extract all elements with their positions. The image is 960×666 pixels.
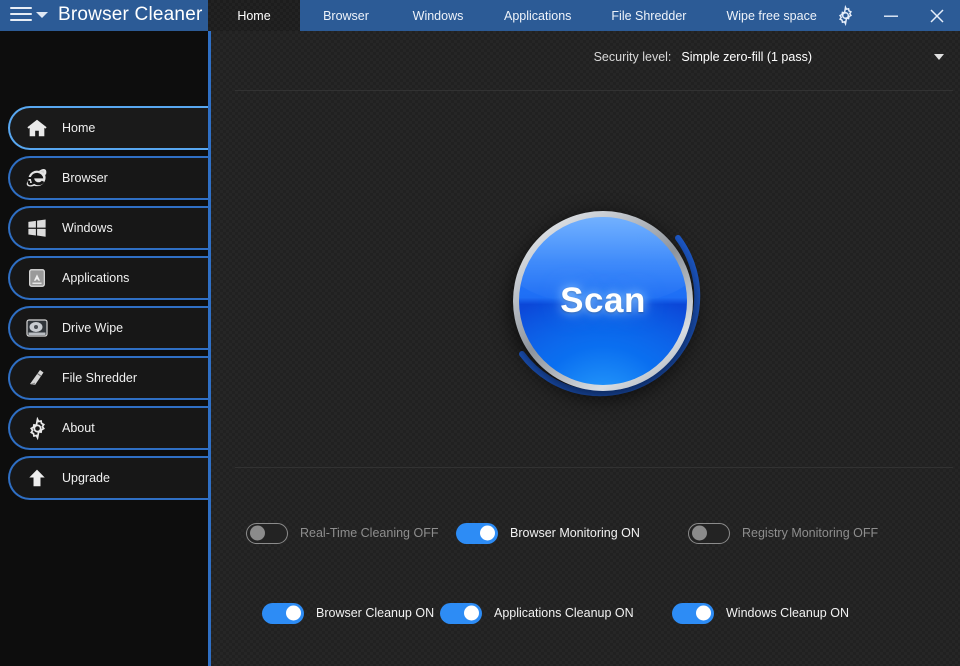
- applications-cleanup-label: Applications Cleanup ON: [494, 606, 634, 620]
- toggle-applications-cleanup[interactable]: Applications Cleanup ON: [440, 602, 672, 624]
- toggle-browser-monitoring[interactable]: Browser Monitoring ON: [456, 522, 688, 544]
- minimize-button[interactable]: [868, 0, 914, 31]
- toggle-grid: Real-Time Cleaning OFF Browser Monitorin…: [208, 513, 960, 666]
- applications-icon: [24, 265, 50, 291]
- scan-button-area: Scan: [485, 186, 715, 426]
- bottom-divider: [235, 467, 953, 468]
- sidebar-item-file-shredder[interactable]: File Shredder: [8, 356, 208, 400]
- security-level-value: Simple zero-fill (1 pass): [681, 50, 812, 64]
- tab-browser-label: Browser: [323, 8, 369, 23]
- hamburger-menu-icon[interactable]: [10, 7, 32, 23]
- shredder-icon: [24, 365, 50, 391]
- tab-home[interactable]: Home: [208, 0, 300, 31]
- tab-windows[interactable]: Windows: [392, 0, 484, 31]
- sidebar: Home Browser Windows Applications Drive …: [0, 31, 208, 666]
- tab-browser[interactable]: Browser: [300, 0, 392, 31]
- toggle-browser-cleanup[interactable]: Browser Cleanup ON: [208, 602, 440, 624]
- tab-file-shredder[interactable]: File Shredder: [591, 0, 706, 31]
- window-controls: [822, 0, 960, 31]
- sidebar-item-drive-wipe[interactable]: Drive Wipe: [8, 306, 208, 350]
- toggle-registry-monitoring[interactable]: Registry Monitoring OFF: [688, 522, 879, 544]
- chevron-down-icon[interactable]: [934, 54, 944, 60]
- application-window: Browser Cleaner Home Browser Windows App…: [0, 0, 960, 666]
- toggle-real-time-cleaning[interactable]: Real-Time Cleaning OFF: [208, 522, 456, 544]
- hard-drive-icon: [24, 315, 50, 341]
- up-arrow-icon: [24, 465, 50, 491]
- tab-home-label: Home: [237, 8, 271, 23]
- browser-monitoring-switch[interactable]: [456, 522, 498, 544]
- tab-file-shredder-label: File Shredder: [611, 8, 687, 23]
- top-divider: [235, 90, 953, 91]
- app-title: Browser Cleaner: [58, 4, 203, 25]
- switch-knob: [696, 605, 711, 621]
- tab-wipe-free-space[interactable]: Wipe free space: [706, 0, 836, 31]
- title-bar: Browser Cleaner Home Browser Windows App…: [0, 0, 960, 31]
- real-time-cleaning-label: Real-Time Cleaning OFF: [300, 526, 439, 540]
- scan-button-face: Scan: [519, 217, 687, 385]
- tab-windows-label: Windows: [412, 8, 464, 23]
- security-level-label: Security level:: [593, 50, 672, 64]
- scan-button-label: Scan: [560, 281, 646, 320]
- tab-applications[interactable]: Applications: [484, 0, 591, 31]
- toggle-windows-cleanup[interactable]: Windows Cleanup ON: [672, 602, 849, 624]
- sidebar-item-drive-wipe-label: Drive Wipe: [62, 321, 124, 335]
- internet-explorer-icon: [24, 165, 50, 191]
- sidebar-item-about[interactable]: About: [8, 406, 208, 450]
- windows-logo-icon: [24, 215, 50, 241]
- sidebar-item-upgrade[interactable]: Upgrade: [8, 456, 208, 500]
- browser-cleanup-label: Browser Cleanup ON: [316, 606, 435, 620]
- sidebar-item-home-label: Home: [62, 121, 96, 135]
- toggle-row-2: Browser Cleanup ON Applications Cleanup …: [208, 593, 960, 633]
- registry-monitoring-switch[interactable]: [688, 522, 730, 544]
- switch-knob: [464, 605, 479, 621]
- main-content: Security level: Simple zero-fill (1 pass…: [208, 31, 960, 666]
- scan-button[interactable]: Scan: [513, 211, 693, 391]
- settings-gear-icon[interactable]: [822, 0, 868, 31]
- security-level-selector[interactable]: Security level: Simple zero-fill (1 pass…: [594, 50, 944, 64]
- sidebar-item-about-label: About: [62, 421, 95, 435]
- sidebar-nav: Home Browser Windows Applications Drive …: [8, 106, 208, 506]
- windows-cleanup-switch[interactable]: [672, 602, 714, 624]
- applications-cleanup-switch[interactable]: [440, 602, 482, 624]
- sidebar-item-applications[interactable]: Applications: [8, 256, 208, 300]
- tab-bar: Home Browser Windows Applications File S…: [208, 0, 837, 31]
- toggle-row-1: Real-Time Cleaning OFF Browser Monitorin…: [208, 513, 960, 553]
- sidebar-item-browser-label: Browser: [62, 171, 108, 185]
- switch-knob: [250, 525, 265, 541]
- home-icon: [24, 115, 50, 141]
- browser-cleanup-switch[interactable]: [262, 602, 304, 624]
- sidebar-item-browser[interactable]: Browser: [8, 156, 208, 200]
- switch-knob: [480, 525, 495, 541]
- menu-chevron-down-icon[interactable]: [36, 12, 48, 18]
- tab-applications-label: Applications: [504, 8, 572, 23]
- sidebar-item-windows[interactable]: Windows: [8, 206, 208, 250]
- sidebar-item-windows-label: Windows: [62, 221, 113, 235]
- sidebar-item-applications-label: Applications: [62, 271, 130, 285]
- registry-monitoring-label: Registry Monitoring OFF: [742, 526, 879, 540]
- sidebar-item-file-shredder-label: File Shredder: [62, 371, 138, 385]
- switch-knob: [286, 605, 301, 621]
- sidebar-item-home[interactable]: Home: [8, 106, 208, 150]
- close-button[interactable]: [914, 0, 960, 31]
- tab-wipe-free-space-label: Wipe free space: [726, 8, 817, 23]
- real-time-cleaning-switch[interactable]: [246, 522, 288, 544]
- browser-monitoring-label: Browser Monitoring ON: [510, 526, 640, 540]
- windows-cleanup-label: Windows Cleanup ON: [726, 606, 849, 620]
- sidebar-item-upgrade-label: Upgrade: [62, 471, 110, 485]
- switch-knob: [692, 525, 707, 541]
- gear-icon: [24, 415, 50, 441]
